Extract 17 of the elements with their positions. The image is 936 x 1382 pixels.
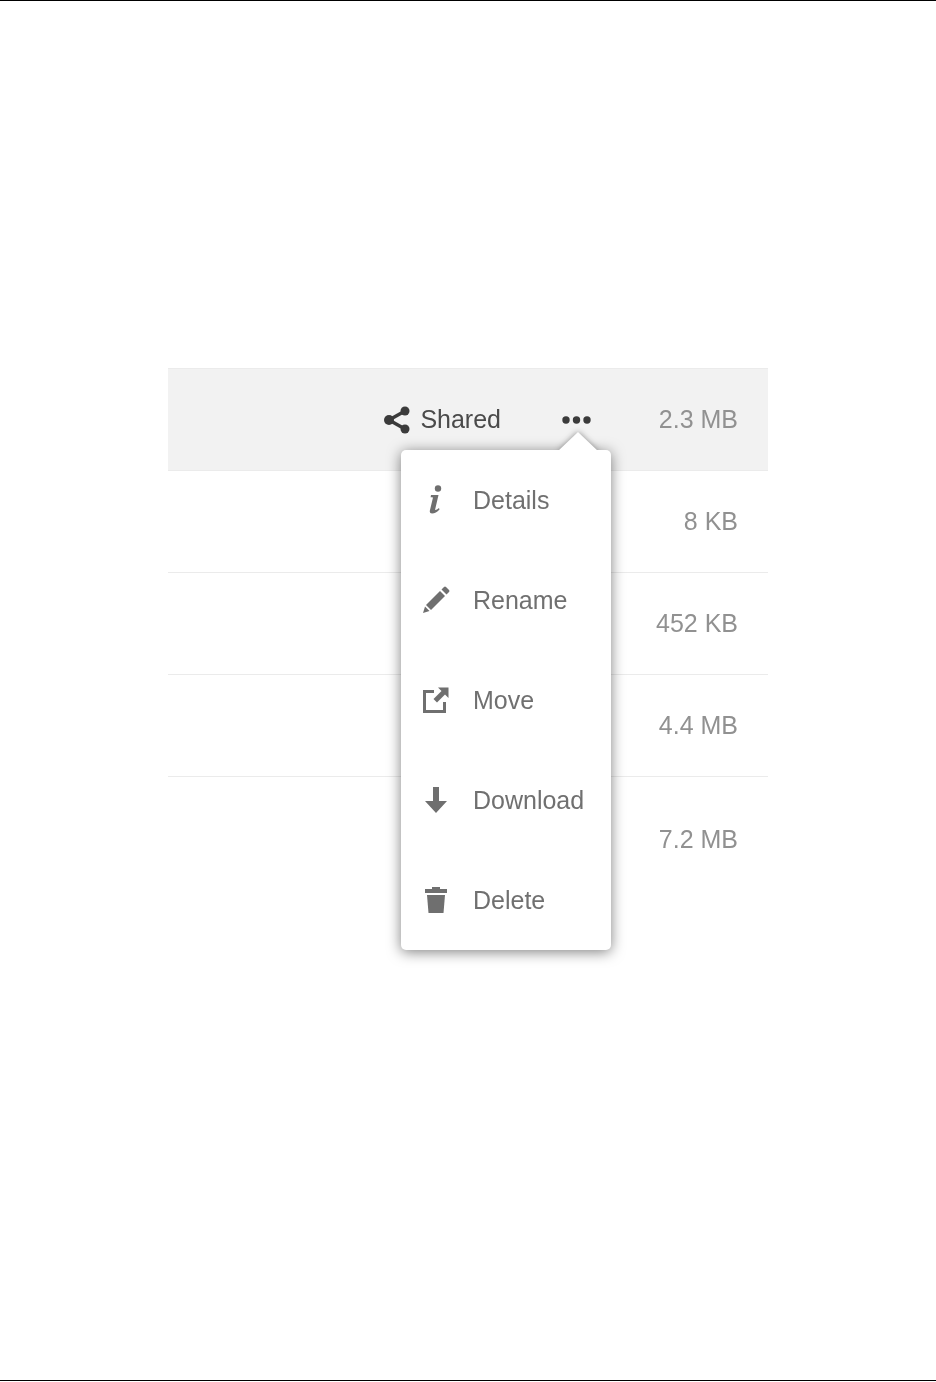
menu-item[interactable]: Details [401,450,611,550]
menu-item[interactable]: Delete [401,850,611,950]
pencil-icon [422,586,450,614]
file-size: 452 KB [655,609,738,638]
dots-icon [561,415,591,424]
menu-item[interactable]: Move [401,650,611,750]
trash-icon [422,886,450,914]
external-arrow-box-icon [422,686,450,714]
file-size: 2.3 MB [657,405,738,434]
file-size: 8 KB [682,507,738,536]
share-icon [383,405,412,434]
menu-item[interactable]: Download [401,750,611,850]
share-button[interactable]: Shared [383,405,501,434]
download-icon [422,786,450,814]
file-size: 7.2 MB [657,824,738,854]
menu-item[interactable]: Rename [401,550,611,650]
file-size: 4.4 MB [657,711,738,740]
